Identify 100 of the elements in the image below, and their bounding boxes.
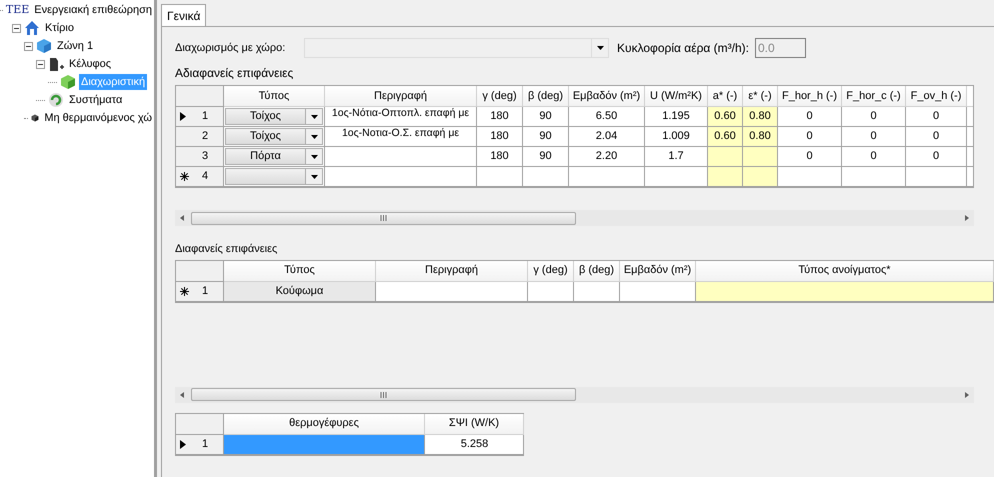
column-header[interactable]: Τύπος bbox=[224, 260, 376, 282]
table-cell[interactable]: 0 bbox=[778, 107, 842, 127]
cube-icon bbox=[60, 74, 76, 90]
column-header[interactable]: U (W/m²K) bbox=[645, 86, 708, 107]
table-cell[interactable]: 2.20 bbox=[569, 147, 645, 167]
table-cell[interactable]: 1.7 bbox=[645, 147, 708, 167]
row-header[interactable]: 1 bbox=[176, 282, 224, 302]
table-cell[interactable] bbox=[376, 282, 528, 302]
row-header[interactable]: 1 bbox=[176, 107, 224, 127]
column-header[interactable]: β (deg) bbox=[574, 260, 620, 282]
table-cell[interactable]: 0.60 bbox=[708, 127, 743, 147]
table-cell[interactable]: 0 bbox=[842, 127, 906, 147]
table-cell[interactable] bbox=[325, 167, 477, 187]
header-corner[interactable] bbox=[176, 260, 224, 282]
table-cell[interactable]: 0 bbox=[906, 147, 967, 167]
table-cell[interactable]: 180 bbox=[477, 127, 523, 147]
table-cell[interactable]: 90 bbox=[523, 147, 569, 167]
tree-item[interactable]: Συστήματα bbox=[67, 92, 124, 108]
row-header[interactable]: 2 bbox=[176, 127, 224, 147]
section-title: Αδιαφανείς επιφάνειες bbox=[175, 65, 294, 82]
header-corner[interactable] bbox=[176, 86, 224, 107]
table-cell[interactable] bbox=[569, 167, 645, 187]
table-cell[interactable]: 180 bbox=[477, 147, 523, 167]
column-header[interactable]: γ (deg) bbox=[477, 86, 523, 107]
building-icon bbox=[48, 56, 64, 72]
table-cell[interactable]: 0 bbox=[842, 147, 906, 167]
caret-icon bbox=[310, 114, 318, 118]
tree-item[interactable]: Ενεργειακή επιθεώρηση bbox=[32, 2, 154, 18]
table-cell[interactable] bbox=[574, 282, 620, 302]
table-cell[interactable] bbox=[743, 167, 778, 187]
table-cell[interactable] bbox=[325, 147, 477, 167]
row-number: 1 bbox=[202, 284, 208, 299]
column-header[interactable]: Εμβαδόν (m²) bbox=[569, 86, 645, 107]
table-cell[interactable]: 6.50 bbox=[569, 107, 645, 127]
table-cell[interactable] bbox=[224, 434, 425, 454]
table-cell[interactable]: 180 bbox=[477, 107, 523, 127]
horizontal-scrollbar[interactable] bbox=[175, 210, 974, 226]
table-cell[interactable]: 2.04 bbox=[569, 127, 645, 147]
table-cell[interactable] bbox=[477, 167, 523, 187]
table-cell[interactable]: 0 bbox=[906, 107, 967, 127]
column-header[interactable]: θερμογέφυρες bbox=[224, 414, 425, 434]
column-header[interactable]: F_ov_h (-) bbox=[906, 86, 967, 107]
table-cell[interactable]: 1ος-Νοτια-Ο.Σ. επαφή με bbox=[325, 127, 477, 147]
table-cell[interactable] bbox=[743, 147, 778, 167]
type-dropdown[interactable] bbox=[224, 167, 325, 187]
column-header[interactable]: F_hor_c (-) bbox=[842, 86, 906, 107]
table-cell[interactable] bbox=[708, 147, 743, 167]
column-header[interactable]: β (deg) bbox=[523, 86, 569, 107]
table-cell[interactable]: 1.009 bbox=[645, 127, 708, 147]
table-cell[interactable]: 0 bbox=[778, 127, 842, 147]
type-dropdown[interactable]: Πόρτα bbox=[224, 147, 325, 167]
column-header[interactable]: Εμβαδόν (m²) bbox=[620, 260, 696, 282]
table-cell[interactable] bbox=[696, 282, 994, 302]
column-header[interactable]: F_hor_h (-) bbox=[778, 86, 842, 107]
table-cell[interactable] bbox=[528, 282, 574, 302]
column-header[interactable]: a* (-) bbox=[708, 86, 743, 107]
table-cell[interactable]: 0 bbox=[906, 127, 967, 147]
table-cell[interactable]: 0.80 bbox=[743, 107, 778, 127]
column-header[interactable]: Περιγραφή bbox=[325, 86, 477, 107]
table-cell[interactable] bbox=[645, 167, 708, 187]
collapse-icon[interactable] bbox=[24, 42, 33, 50]
table-cell[interactable]: 1.195 bbox=[645, 107, 708, 127]
row-header[interactable]: 1 bbox=[176, 434, 224, 454]
table-cell[interactable] bbox=[778, 167, 842, 187]
row-number: 1 bbox=[202, 436, 208, 452]
horizontal-scrollbar[interactable] bbox=[175, 386, 974, 402]
table-cell[interactable]: 0.60 bbox=[708, 107, 743, 127]
table-cell[interactable] bbox=[708, 167, 743, 187]
table-cell[interactable] bbox=[523, 167, 569, 187]
type-dropdown[interactable]: Τοίχος bbox=[224, 107, 325, 127]
table-cell[interactable]: 5.258 bbox=[425, 434, 524, 454]
tree-item[interactable]: Κέλυφος bbox=[67, 56, 114, 72]
table-cell[interactable]: 1ος-Νότια-Οπτοπλ. επαφή με bbox=[325, 107, 477, 127]
collapse-icon[interactable] bbox=[36, 60, 45, 68]
table-cell[interactable]: 0.80 bbox=[743, 127, 778, 147]
table-cell[interactable] bbox=[906, 167, 967, 187]
table-cell[interactable]: 0 bbox=[842, 107, 906, 127]
collapse-icon[interactable] bbox=[12, 24, 21, 32]
column-header[interactable]: Περιγραφή bbox=[376, 260, 528, 282]
tree-item[interactable]: Κτίριο bbox=[43, 20, 76, 36]
table-cell[interactable]: 0 bbox=[778, 147, 842, 167]
type-cell[interactable]: Κούφωμα bbox=[224, 282, 376, 302]
table-cell[interactable] bbox=[620, 282, 696, 302]
tree-item[interactable]: Ζώνη 1 bbox=[55, 38, 96, 54]
tree-item[interactable]: Μη θερμαινόμενος χώ bbox=[42, 110, 154, 126]
column-header[interactable]: γ (deg) bbox=[528, 260, 574, 282]
table-cell[interactable]: 90 bbox=[523, 107, 569, 127]
tab[interactable]: Γενικά bbox=[161, 4, 206, 26]
table-cell[interactable] bbox=[842, 167, 906, 187]
column-header[interactable]: Τύπος ανοίγματος* bbox=[696, 260, 994, 282]
header-corner[interactable] bbox=[176, 414, 224, 434]
row-header[interactable]: 3 bbox=[176, 147, 224, 167]
row-header[interactable]: 4 bbox=[176, 167, 224, 187]
column-header[interactable]: ε* (-) bbox=[743, 86, 778, 107]
row-number: 2 bbox=[202, 129, 208, 144]
type-dropdown[interactable]: Τοίχος bbox=[224, 127, 325, 147]
table-cell[interactable]: 90 bbox=[523, 127, 569, 147]
column-header[interactable]: Τύπος bbox=[224, 86, 325, 107]
section-title: Διαφανείς επιφάνειες bbox=[175, 242, 278, 257]
column-header[interactable]: ΣΨΙ (W/K) bbox=[425, 414, 524, 434]
